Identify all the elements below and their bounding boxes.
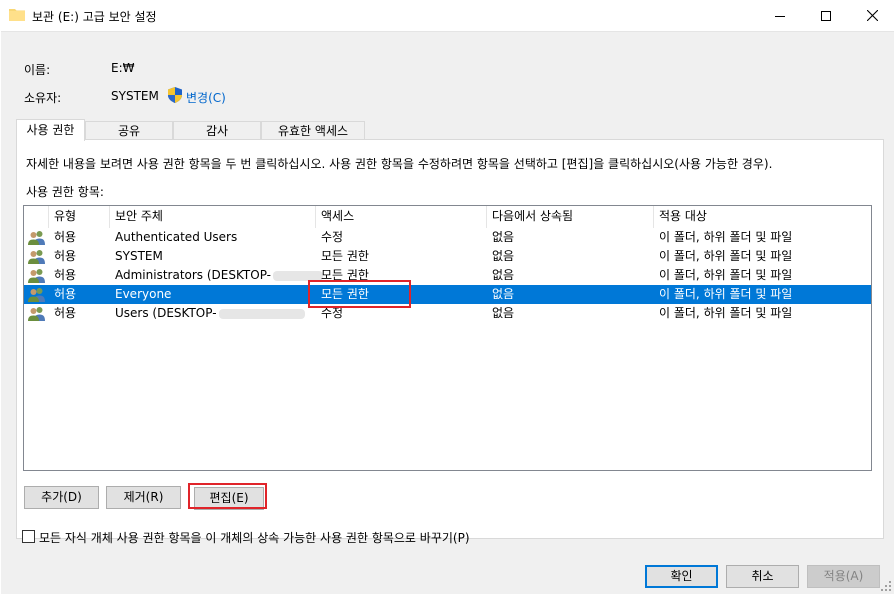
row-applies-to: 이 폴더, 하위 폴더 및 파일 <box>659 287 793 301</box>
folder-icon <box>9 9 25 21</box>
tab-sharing[interactable]: 공유 <box>85 121 173 140</box>
minimize-icon <box>775 15 785 17</box>
cancel-button[interactable]: 취소 <box>726 565 799 588</box>
users-icon <box>28 231 45 245</box>
maximize-button[interactable] <box>803 0 849 31</box>
apply-button[interactable]: 적용(A) <box>807 565 880 588</box>
row-principal: Administrators (DESKTOP- <box>115 268 272 282</box>
column-access[interactable]: 액세스 <box>316 206 487 228</box>
list-header: 유형 보안 주체 액세스 다음에서 상속됨 적용 대상 <box>24 206 871 228</box>
owner-label: 소유자: <box>24 91 62 105</box>
highlight-annotation-access <box>308 280 411 308</box>
column-icon <box>24 206 49 228</box>
window-title: 보관 (E:) 고급 보안 설정 <box>32 10 157 24</box>
row-principal-cell: Users (DESKTOP- <box>110 304 305 323</box>
tab-auditing[interactable]: 감사 <box>173 121 261 140</box>
row-principal: Users (DESKTOP- <box>115 306 217 320</box>
replace-child-permissions-label: 모든 자식 개체 사용 권한 항목을 이 개체의 상속 가능한 사용 권한 항목… <box>39 531 470 545</box>
ok-button[interactable]: 확인 <box>645 565 718 588</box>
column-applies-to[interactable]: 적용 대상 <box>654 206 871 228</box>
row-inherited-from: 없음 <box>492 268 515 282</box>
users-icon <box>28 307 45 321</box>
dialog-body: 이름: E:₩ 소유자: SYSTEM 변경(C) 사용 권한 공유 감사 유효… <box>1 31 894 594</box>
column-type[interactable]: 유형 <box>49 206 110 228</box>
row-access: 수정 <box>321 230 344 244</box>
row-principal-cell: Administrators (DESKTOP- <box>110 266 324 285</box>
remove-button[interactable]: 제거(R) <box>106 486 181 509</box>
users-icon <box>28 250 45 264</box>
replace-child-permissions-checkbox[interactable] <box>22 530 35 543</box>
row-type: 허용 <box>54 249 77 263</box>
add-button[interactable]: 추가(D) <box>24 486 99 509</box>
name-value: E:₩ <box>111 61 135 75</box>
row-applies-to: 이 폴더, 하위 폴더 및 파일 <box>659 230 793 244</box>
permissions-panel: 자세한 내용을 보려면 사용 권한 항목을 두 번 클릭하십시오. 사용 권한 … <box>16 139 884 539</box>
row-inherited-from: 없음 <box>492 306 515 320</box>
row-applies-to: 이 폴더, 하위 폴더 및 파일 <box>659 268 793 282</box>
table-row[interactable]: 허용 Authenticated Users 수정 없음 이 폴더, 하위 폴더… <box>24 228 871 247</box>
row-inherited-from: 없음 <box>492 287 515 301</box>
row-principal: Everyone <box>115 287 172 301</box>
close-icon <box>866 10 878 21</box>
row-principal: Authenticated Users <box>115 230 238 244</box>
minimize-button[interactable] <box>757 0 803 31</box>
users-icon <box>28 269 45 283</box>
tab-permissions[interactable]: 사용 권한 <box>16 119 85 141</box>
title-bar: 보관 (E:) 고급 보안 설정 <box>0 0 895 31</box>
owner-value: SYSTEM <box>111 89 159 103</box>
row-applies-to: 이 폴더, 하위 폴더 및 파일 <box>659 306 793 320</box>
permission-entries-list[interactable]: 유형 보안 주체 액세스 다음에서 상속됨 적용 대상 허용 Authentic… <box>23 205 872 471</box>
row-type: 허용 <box>54 230 77 244</box>
table-row[interactable]: 허용 SYSTEM 모든 권한 없음 이 폴더, 하위 폴더 및 파일 <box>24 247 871 266</box>
table-row[interactable]: 허용 Users (DESKTOP- 수정 없음 이 폴더, 하위 폴더 및 파… <box>24 304 871 323</box>
row-applies-to: 이 폴더, 하위 폴더 및 파일 <box>659 249 793 263</box>
tab-effective-access[interactable]: 유효한 액세스 <box>261 121 365 140</box>
column-principal[interactable]: 보안 주체 <box>110 206 316 228</box>
row-type: 허용 <box>54 268 77 282</box>
redacted-mark <box>218 308 305 319</box>
row-principal: SYSTEM <box>115 249 163 263</box>
uac-shield-icon <box>168 87 182 103</box>
row-inherited-from: 없음 <box>492 230 515 244</box>
row-type: 허용 <box>54 287 77 301</box>
row-access: 모든 권한 <box>321 249 369 263</box>
column-inherited-from[interactable]: 다음에서 상속됨 <box>487 206 654 228</box>
row-type: 허용 <box>54 306 77 320</box>
table-row[interactable]: 허용 Administrators (DESKTOP- 모든 권한 없음 이 폴… <box>24 266 871 285</box>
table-row-selected[interactable]: 허용 Everyone 모든 권한 없음 이 폴더, 하위 폴더 및 파일 <box>24 285 871 304</box>
maximize-icon <box>821 10 831 21</box>
change-owner-link[interactable]: 변경(C) <box>186 89 226 106</box>
permissions-description: 자세한 내용을 보려면 사용 권한 항목을 두 번 클릭하십시오. 사용 권한 … <box>26 157 773 171</box>
permission-entries-label: 사용 권한 항목: <box>26 185 104 199</box>
row-inherited-from: 없음 <box>492 249 515 263</box>
name-label: 이름: <box>24 63 51 77</box>
resize-grip-icon[interactable] <box>880 580 892 592</box>
close-button[interactable] <box>849 0 895 31</box>
highlight-annotation-edit <box>188 483 267 509</box>
users-icon <box>28 288 45 302</box>
